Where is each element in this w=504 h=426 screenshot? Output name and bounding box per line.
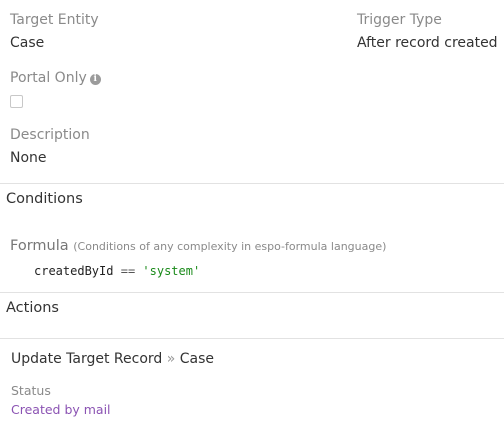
target-entity-label: Target Entity bbox=[10, 12, 99, 28]
action-target: Case bbox=[179, 351, 215, 367]
trigger-type-label: Trigger Type bbox=[357, 12, 442, 28]
divider bbox=[0, 338, 504, 339]
code-field: createdById bbox=[34, 264, 114, 278]
action-field-label: Status bbox=[11, 383, 51, 398]
actions-header: Actions bbox=[6, 300, 59, 316]
divider bbox=[0, 292, 504, 293]
formula-code[interactable]: createdById == 'system' bbox=[34, 264, 200, 278]
conditions-header: Conditions bbox=[6, 191, 83, 207]
action-type: Update Target Record bbox=[11, 351, 163, 367]
action-title: Update Target Record » Case bbox=[11, 351, 214, 367]
formula-title: Formula (Conditions of any complexity in… bbox=[10, 238, 386, 254]
info-circle-icon[interactable]: i bbox=[89, 74, 101, 85]
portal-only-checkbox[interactable] bbox=[10, 95, 23, 108]
code-string: 'system' bbox=[142, 264, 201, 278]
action-field-value-link[interactable]: Created by mail bbox=[11, 402, 111, 417]
divider bbox=[0, 183, 504, 184]
formula-hint: (Conditions of any complexity in espo-fo… bbox=[73, 240, 387, 253]
code-operator: == bbox=[120, 264, 136, 278]
trigger-type-value: After record created bbox=[357, 35, 498, 51]
description-value: None bbox=[10, 150, 47, 166]
target-entity-value: Case bbox=[10, 35, 45, 51]
description-label: Description bbox=[10, 127, 90, 143]
breadcrumb-separator: » bbox=[166, 351, 176, 367]
formula-label: Formula bbox=[10, 238, 69, 254]
portal-only-label: Portal Only i bbox=[10, 70, 101, 86]
portal-only-label-text: Portal Only bbox=[10, 70, 87, 86]
